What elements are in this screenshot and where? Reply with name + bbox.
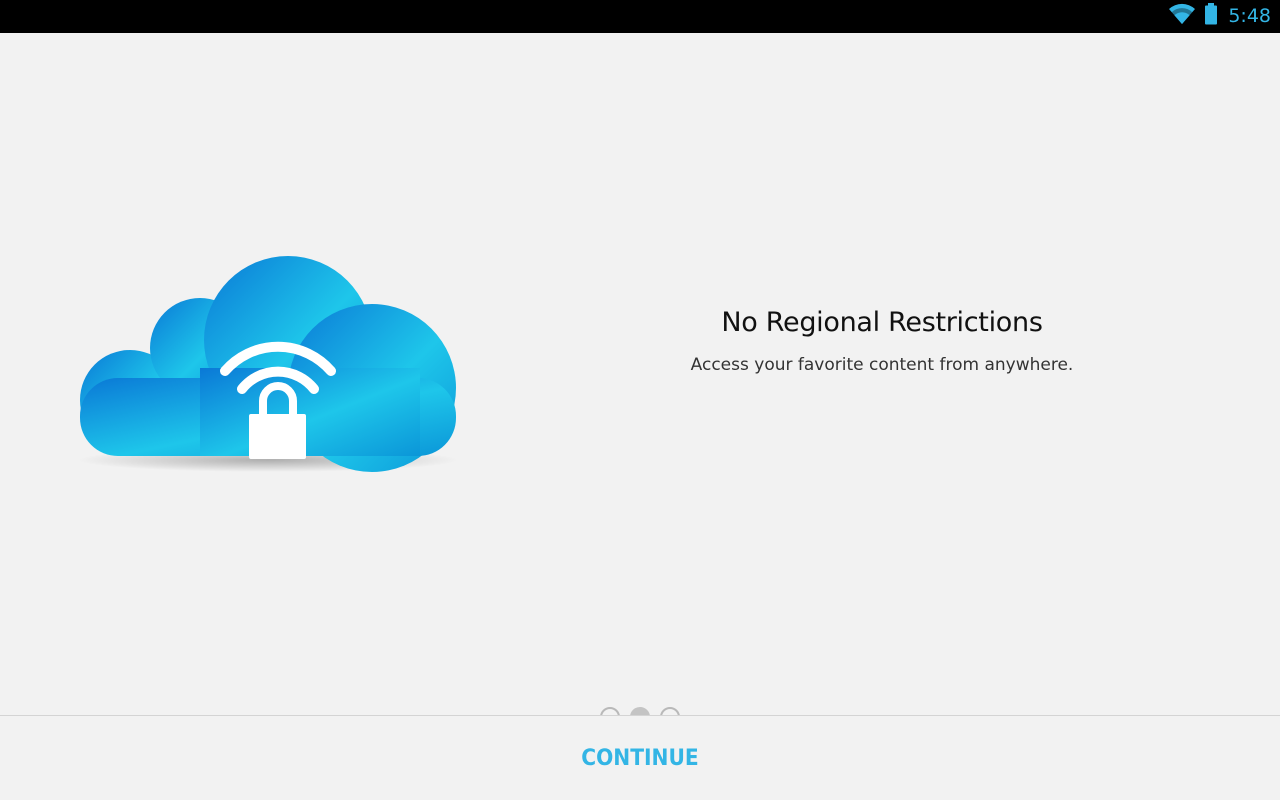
battery-icon bbox=[1204, 3, 1218, 30]
feature-subtitle: Access your favorite content from anywhe… bbox=[690, 355, 1074, 375]
cloud-lock-wifi-icon bbox=[50, 228, 490, 488]
status-time: 5:48 bbox=[1228, 5, 1271, 27]
status-icons: 5:48 bbox=[1168, 0, 1271, 33]
status-bar: 5:48 bbox=[0, 0, 1280, 33]
continue-button[interactable]: CONTINUE bbox=[530, 730, 751, 786]
footer-bar: CONTINUE bbox=[0, 715, 1280, 800]
wifi-icon bbox=[1168, 3, 1196, 30]
feature-text: No Regional Restrictions Access your fav… bbox=[640, 303, 1124, 377]
feature-title: No Regional Restrictions bbox=[721, 307, 1043, 338]
onboarding-page: No Regional Restrictions Access your fav… bbox=[0, 33, 1280, 727]
